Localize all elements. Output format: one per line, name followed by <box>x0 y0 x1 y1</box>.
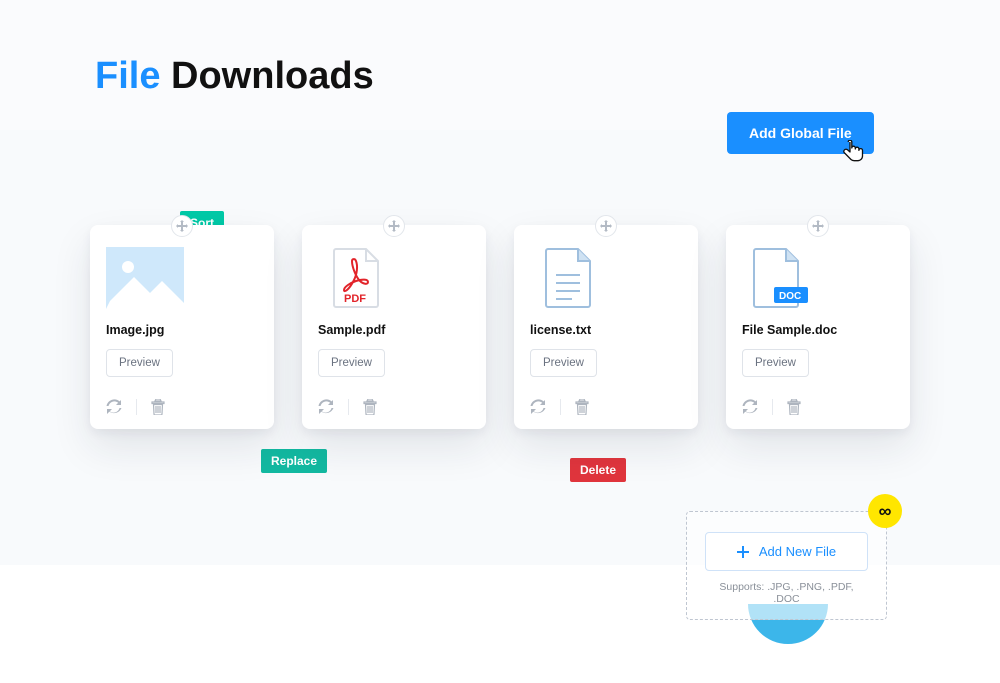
trash-icon <box>787 399 801 415</box>
supported-formats: Supports: .JPG, .PNG, .PDF, .DOC <box>705 581 868 605</box>
file-name: Image.jpg <box>106 323 258 337</box>
add-new-file-button[interactable]: Add New File <box>705 532 868 571</box>
replace-button[interactable] <box>106 399 122 415</box>
card-actions <box>742 399 894 415</box>
svg-text:PDF: PDF <box>344 293 366 305</box>
separator <box>772 399 773 415</box>
page-title: File Downloads <box>95 55 1000 98</box>
card-actions <box>106 399 258 415</box>
file-cards-row: Image.jpg Preview PDF Sample.pdf Previe <box>90 225 910 429</box>
add-global-file-button[interactable]: Add Global File <box>727 112 874 154</box>
separator <box>348 399 349 415</box>
file-name: license.txt <box>530 323 682 337</box>
move-icon <box>600 220 612 232</box>
move-icon <box>388 220 400 232</box>
svg-text:DOC: DOC <box>779 291 801 302</box>
delete-button[interactable] <box>787 399 803 415</box>
refresh-icon <box>106 399 122 415</box>
text-file-icon <box>530 247 608 309</box>
refresh-icon <box>742 399 758 415</box>
file-card: DOC File Sample.doc Preview <box>726 225 910 429</box>
delete-button[interactable] <box>575 399 591 415</box>
drag-handle[interactable] <box>383 215 405 237</box>
file-name: Sample.pdf <box>318 323 470 337</box>
trash-icon <box>363 399 377 415</box>
delete-button[interactable] <box>151 399 167 415</box>
trash-icon <box>151 399 165 415</box>
delete-button[interactable] <box>363 399 379 415</box>
add-new-file-label: Add New File <box>759 544 836 559</box>
drag-handle[interactable] <box>807 215 829 237</box>
refresh-icon <box>530 399 546 415</box>
move-icon <box>176 220 188 232</box>
add-new-file-panel: ∞ Add New File Supports: .JPG, .PNG, .PD… <box>686 511 887 620</box>
page-title-highlight: File <box>95 55 160 97</box>
move-icon <box>812 220 824 232</box>
pdf-file-icon: PDF <box>318 247 396 309</box>
preview-button[interactable]: Preview <box>742 349 809 377</box>
plus-icon <box>737 546 749 558</box>
trash-icon <box>575 399 589 415</box>
card-actions <box>318 399 470 415</box>
infinity-badge: ∞ <box>868 494 902 528</box>
refresh-icon <box>318 399 334 415</box>
preview-button[interactable]: Preview <box>318 349 385 377</box>
file-card: Image.jpg Preview <box>90 225 274 429</box>
infinity-icon: ∞ <box>879 501 892 522</box>
separator <box>136 399 137 415</box>
card-actions <box>530 399 682 415</box>
image-file-icon <box>106 247 184 309</box>
replace-button[interactable] <box>318 399 334 415</box>
preview-button[interactable]: Preview <box>106 349 173 377</box>
drag-handle[interactable] <box>171 215 193 237</box>
delete-tag: Delete <box>570 458 626 482</box>
file-card: license.txt Preview <box>514 225 698 429</box>
page-title-rest: Downloads <box>160 55 373 97</box>
replace-button[interactable] <box>742 399 758 415</box>
file-card: PDF Sample.pdf Preview <box>302 225 486 429</box>
doc-file-icon: DOC <box>742 247 820 309</box>
drag-handle[interactable] <box>595 215 617 237</box>
replace-tag: Replace <box>261 449 327 473</box>
preview-button[interactable]: Preview <box>530 349 597 377</box>
replace-button[interactable] <box>530 399 546 415</box>
separator <box>560 399 561 415</box>
file-name: File Sample.doc <box>742 323 894 337</box>
